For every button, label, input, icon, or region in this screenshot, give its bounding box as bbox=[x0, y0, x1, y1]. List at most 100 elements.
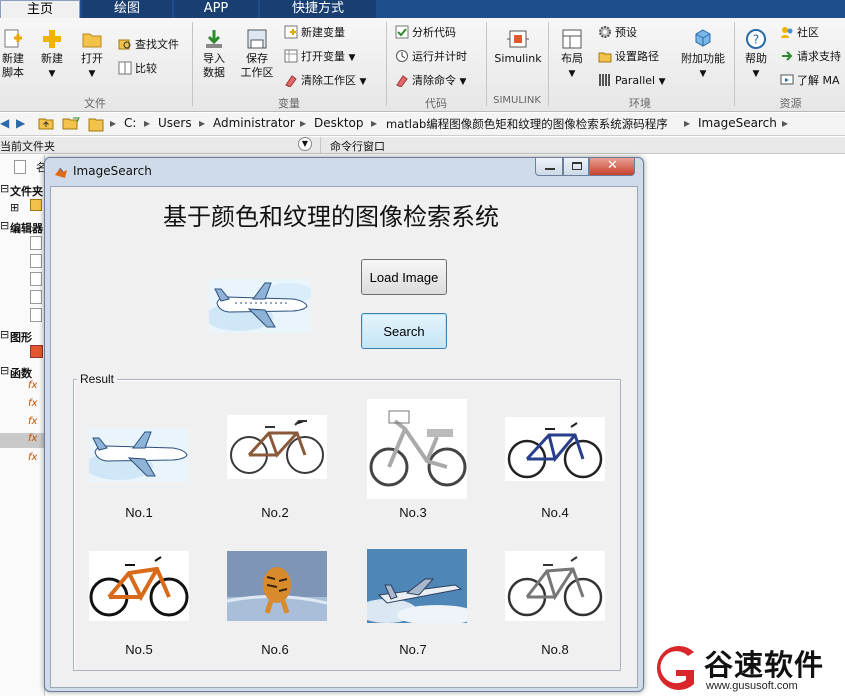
compare-label: 比较 bbox=[135, 62, 157, 75]
parallel-label: Parallel bbox=[615, 74, 656, 87]
browse-folder-icon[interactable] bbox=[62, 116, 80, 133]
panel-header-row: 当前文件夹 ▼ 命令行窗口 bbox=[0, 137, 845, 154]
function-file-icon[interactable]: fx bbox=[28, 380, 37, 391]
breadcrumb-project[interactable]: matlab编程图像颜色矩和纹理的图像检索系统源码程序 bbox=[386, 116, 668, 132]
community-button[interactable]: 社区 bbox=[780, 24, 819, 42]
request-support-label: 请求支持 bbox=[797, 50, 841, 63]
section-functions[interactable]: 函数 bbox=[10, 365, 32, 381]
section-figures[interactable]: 图形 bbox=[10, 329, 32, 345]
open-button[interactable]: 打开 ▼ bbox=[76, 28, 108, 81]
community-icon bbox=[781, 27, 793, 38]
svg-text:?: ? bbox=[753, 33, 759, 47]
ribbon-tab-bar: 主页 绘图 APP 快捷方式 bbox=[0, 0, 845, 18]
request-support-button[interactable]: 请求支持 bbox=[780, 48, 841, 66]
parallel-button[interactable]: Parallel ▼ bbox=[598, 72, 666, 90]
function-file-icon[interactable]: fx bbox=[28, 433, 37, 444]
result-caption: No.6 bbox=[261, 642, 289, 657]
breadcrumb-desktop[interactable]: Desktop bbox=[314, 116, 364, 130]
group-separator bbox=[192, 22, 193, 106]
compare-button[interactable]: 比较 bbox=[118, 60, 157, 78]
section-editor[interactable]: 编辑器 bbox=[10, 220, 43, 236]
clear-workspace-icon bbox=[285, 75, 297, 87]
analyze-code-icon bbox=[395, 25, 409, 39]
breadcrumb-drive[interactable]: C: bbox=[124, 116, 136, 130]
new-variable-icon bbox=[284, 25, 298, 39]
simulink-label: Simulink bbox=[494, 52, 542, 65]
add-ons-button[interactable]: 附加功能 ▼ bbox=[678, 28, 728, 81]
result-image-tiger bbox=[227, 551, 327, 621]
breadcrumb-separator: ▸ bbox=[371, 116, 378, 130]
preferences-button[interactable]: 预设 bbox=[598, 24, 637, 42]
save-workspace-button[interactable]: 保存 工作区 bbox=[238, 28, 276, 80]
result-caption: No.8 bbox=[541, 642, 569, 657]
new-script-label2: 脚本 bbox=[2, 66, 24, 79]
result-caption: No.7 bbox=[399, 642, 427, 657]
search-button[interactable]: Search bbox=[361, 313, 447, 349]
analyze-code-label: 分析代码 bbox=[412, 26, 456, 39]
maximize-button[interactable] bbox=[563, 158, 589, 176]
new-script-button[interactable]: 新建 脚本 bbox=[0, 28, 26, 80]
simulink-button[interactable]: Simulink bbox=[492, 28, 544, 66]
matlab-icon bbox=[55, 167, 67, 178]
section-folders[interactable]: 文件夹 bbox=[10, 183, 43, 199]
breadcrumb-imagesearch[interactable]: ImageSearch bbox=[698, 116, 777, 130]
import-data-button[interactable]: 导入 数据 bbox=[198, 28, 230, 80]
breadcrumb-separator: ▸ bbox=[110, 116, 117, 130]
address-bar: ◀ ▶ ▸ C: ▸ Users ▸ Administrator ▸ Deskt… bbox=[0, 113, 845, 136]
tab-apps[interactable]: APP bbox=[174, 0, 258, 18]
back-icon[interactable]: ◀ bbox=[0, 116, 9, 130]
close-button[interactable]: ✕ bbox=[589, 158, 635, 176]
learn-matlab-button[interactable]: 了解 MA bbox=[780, 72, 840, 90]
new-variable-button[interactable]: 新建变量 bbox=[284, 24, 345, 42]
minimize-button[interactable] bbox=[535, 158, 563, 176]
breadcrumb-administrator[interactable]: Administrator bbox=[213, 116, 295, 130]
tab-home[interactable]: 主页 bbox=[0, 0, 80, 18]
watermark-url: www.gususoft.com bbox=[706, 680, 798, 692]
set-path-icon bbox=[598, 52, 612, 63]
tab-plots[interactable]: 绘图 bbox=[82, 0, 172, 18]
add-ons-icon bbox=[695, 29, 711, 47]
preferences-label: 预设 bbox=[615, 26, 637, 39]
help-icon: ? bbox=[746, 29, 766, 49]
clear-workspace-label: 清除工作区 bbox=[301, 74, 356, 87]
plus-icon bbox=[43, 30, 61, 48]
analyze-code-button[interactable]: 分析代码 bbox=[395, 24, 456, 42]
tab-shortcuts[interactable]: 快捷方式 bbox=[260, 0, 376, 18]
forward-icon[interactable]: ▶ bbox=[16, 116, 25, 130]
open-variable-icon bbox=[284, 49, 298, 63]
figure-file-icon bbox=[30, 345, 43, 358]
ribbon-toolstrip: 新建 脚本 新建 ▼ 打开 ▼ 查找文件 比较 文件 导入 数据 保存 工作区 新建… bbox=[0, 18, 845, 112]
open-variable-button[interactable]: 打开变量 ▼ bbox=[284, 48, 355, 66]
group-label-resources: 资源 bbox=[779, 97, 802, 110]
function-file-icon[interactable]: fx bbox=[28, 452, 37, 463]
compare-icon bbox=[118, 61, 132, 75]
result-image-airplane bbox=[89, 428, 189, 482]
panel-menu-icon[interactable]: ▼ bbox=[298, 137, 312, 151]
import-label1: 导入 bbox=[203, 52, 225, 65]
group-label-file: 文件 bbox=[84, 97, 106, 110]
breadcrumb-dropdown-icon[interactable]: ▸ bbox=[782, 116, 788, 130]
function-file-icon[interactable]: fx bbox=[28, 416, 37, 427]
folder-icon bbox=[82, 33, 102, 48]
load-image-button[interactable]: Load Image bbox=[361, 259, 447, 295]
simulink-icon bbox=[507, 30, 529, 48]
expand-icon[interactable]: ⊞ bbox=[10, 201, 19, 214]
learn-matlab-icon bbox=[780, 74, 794, 85]
help-button[interactable]: ? 帮助 ▼ bbox=[740, 28, 772, 81]
clear-workspace-button[interactable]: 清除工作区 ▼ bbox=[284, 72, 366, 90]
group-label-code: 代码 bbox=[425, 97, 447, 110]
up-folder-icon[interactable] bbox=[38, 116, 54, 133]
result-caption: No.2 bbox=[261, 505, 289, 520]
clear-commands-button[interactable]: 清除命令 ▼ bbox=[395, 72, 466, 90]
result-image-mountain-bike bbox=[505, 417, 605, 481]
figure-title-bar[interactable]: ImageSearch ✕ bbox=[45, 158, 643, 186]
layout-button[interactable]: 布局 ▼ bbox=[556, 28, 588, 81]
breadcrumb-users[interactable]: Users bbox=[158, 116, 192, 130]
find-files-button[interactable]: 查找文件 bbox=[118, 36, 179, 54]
new-button[interactable]: 新建 ▼ bbox=[36, 28, 68, 81]
save-workspace-label2: 工作区 bbox=[240, 66, 274, 79]
function-file-icon[interactable]: fx bbox=[28, 398, 37, 409]
run-and-time-button[interactable]: 运行并计时 bbox=[395, 48, 467, 66]
current-folder-panel: 名 ⊟ 文件夹 ⊞ ⊟ 编辑器 ⊟ 图形 ⊟ 函数 fx fx fx fx fx bbox=[0, 155, 47, 696]
set-path-button[interactable]: 设置路径 bbox=[598, 48, 659, 66]
